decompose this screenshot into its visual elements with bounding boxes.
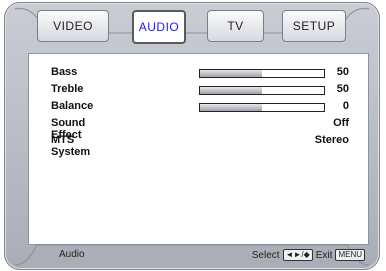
setting-value: 0 xyxy=(342,100,349,112)
osd-menu-frame: VIDEO AUDIO TV SETUP Bass 50 Treble 50 B… xyxy=(4,2,380,270)
menu-key-icon: MENU xyxy=(335,249,365,261)
settings-panel: Bass 50 Treble 50 Balance 0 Sound Effect… xyxy=(28,53,369,245)
current-section-label: Audio xyxy=(59,249,85,260)
setting-value: Stereo xyxy=(314,134,349,146)
select-keys-icon: ◄►/◆ xyxy=(282,249,313,261)
status-bar: Audio Select ◄►/◆ Exit MENU xyxy=(35,247,365,263)
slider-fill xyxy=(200,87,262,94)
select-hint-label: Select xyxy=(251,249,280,261)
key-hints: Select ◄►/◆ Exit MENU xyxy=(252,249,365,261)
setting-label: Bass xyxy=(51,66,78,78)
setting-label: MTS System xyxy=(51,134,91,158)
setting-label: Balance xyxy=(51,100,94,112)
exit-hint-label: Exit xyxy=(315,249,333,261)
tab-tv[interactable]: TV xyxy=(207,10,264,42)
setting-label: Treble xyxy=(51,83,84,95)
setting-value: 50 xyxy=(336,66,349,78)
tab-video[interactable]: VIDEO xyxy=(37,10,109,42)
setting-value: 50 xyxy=(336,83,349,95)
slider-fill xyxy=(200,70,262,77)
tab-audio[interactable]: AUDIO xyxy=(132,10,186,44)
setting-value: Off xyxy=(333,117,349,129)
tab-setup[interactable]: SETUP xyxy=(282,10,346,42)
slider-fill xyxy=(200,104,262,111)
